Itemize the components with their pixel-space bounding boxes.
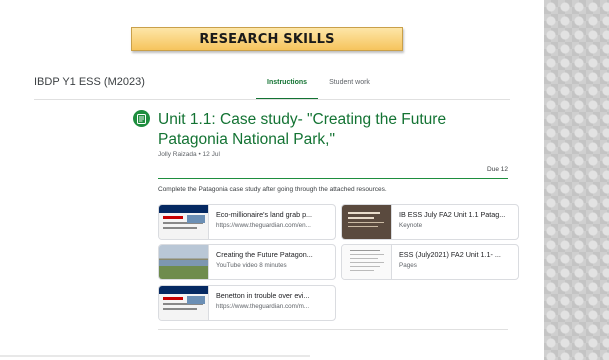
- attachment-title: Eco-millionaire's land grab p...: [216, 210, 313, 219]
- attachment-subtitle: Pages: [399, 262, 417, 269]
- pages-thumbnail: [342, 245, 392, 279]
- attachment-card[interactable]: ESS (July2021) FA2 Unit 1.1- ... Pages: [341, 244, 519, 280]
- decorative-pattern-panel: [544, 0, 609, 360]
- research-skills-banner: RESEARCH SKILLS: [131, 27, 403, 51]
- slide-divider: [0, 355, 310, 357]
- attachment-card[interactable]: Benetton in trouble over evi... https://…: [158, 285, 336, 321]
- assignment-icon: [133, 110, 150, 127]
- attachment-subtitle: YouTube video 8 minutes: [216, 262, 287, 269]
- slide: RESEARCH SKILLS IBDP Y1 ESS (M2023) Inst…: [0, 0, 544, 360]
- assignment-meta: Jolly Raizada • 12 Jul: [158, 151, 220, 158]
- attachment-subtitle: Keynote: [399, 222, 423, 229]
- guardian-thumbnail: [159, 205, 209, 239]
- keynote-thumbnail: [342, 205, 392, 239]
- instructions-text: Complete the Patagonia case study after …: [158, 186, 387, 193]
- title-divider: [158, 178, 508, 179]
- attachment-card[interactable]: IB ESS July FA2 Unit 1.1 Patag... Keynot…: [341, 204, 519, 240]
- header-divider: [34, 99, 510, 100]
- attachment-card[interactable]: Eco-millionaire's land grab p... https:/…: [158, 204, 336, 240]
- attachment-subtitle: https://www.theguardian.com/en...: [216, 222, 311, 229]
- due-date: Due 12: [487, 166, 508, 173]
- section-divider: [158, 329, 508, 330]
- assignment-title: Unit 1.1: Case study- "Creating the Futu…: [158, 111, 447, 148]
- attachment-subtitle: https://www.theguardian.com/m...: [216, 303, 310, 310]
- tab-bar: Instructions Student work: [256, 72, 381, 100]
- attachment-title: ESS (July2021) FA2 Unit 1.1- ...: [399, 250, 501, 259]
- tab-instructions[interactable]: Instructions: [256, 72, 319, 100]
- attachment-title: Benetton in trouble over evi...: [216, 291, 310, 300]
- tab-student-work[interactable]: Student work: [318, 72, 381, 100]
- attachment-card[interactable]: Creating the Future Patagon... YouTube v…: [158, 244, 336, 280]
- landscape-thumbnail: [159, 245, 209, 279]
- attachment-title: Creating the Future Patagon...: [216, 250, 313, 259]
- attachment-title: IB ESS July FA2 Unit 1.1 Patag...: [399, 210, 506, 219]
- course-title[interactable]: IBDP Y1 ESS (M2023): [34, 76, 145, 88]
- guardian-thumbnail: [159, 286, 209, 320]
